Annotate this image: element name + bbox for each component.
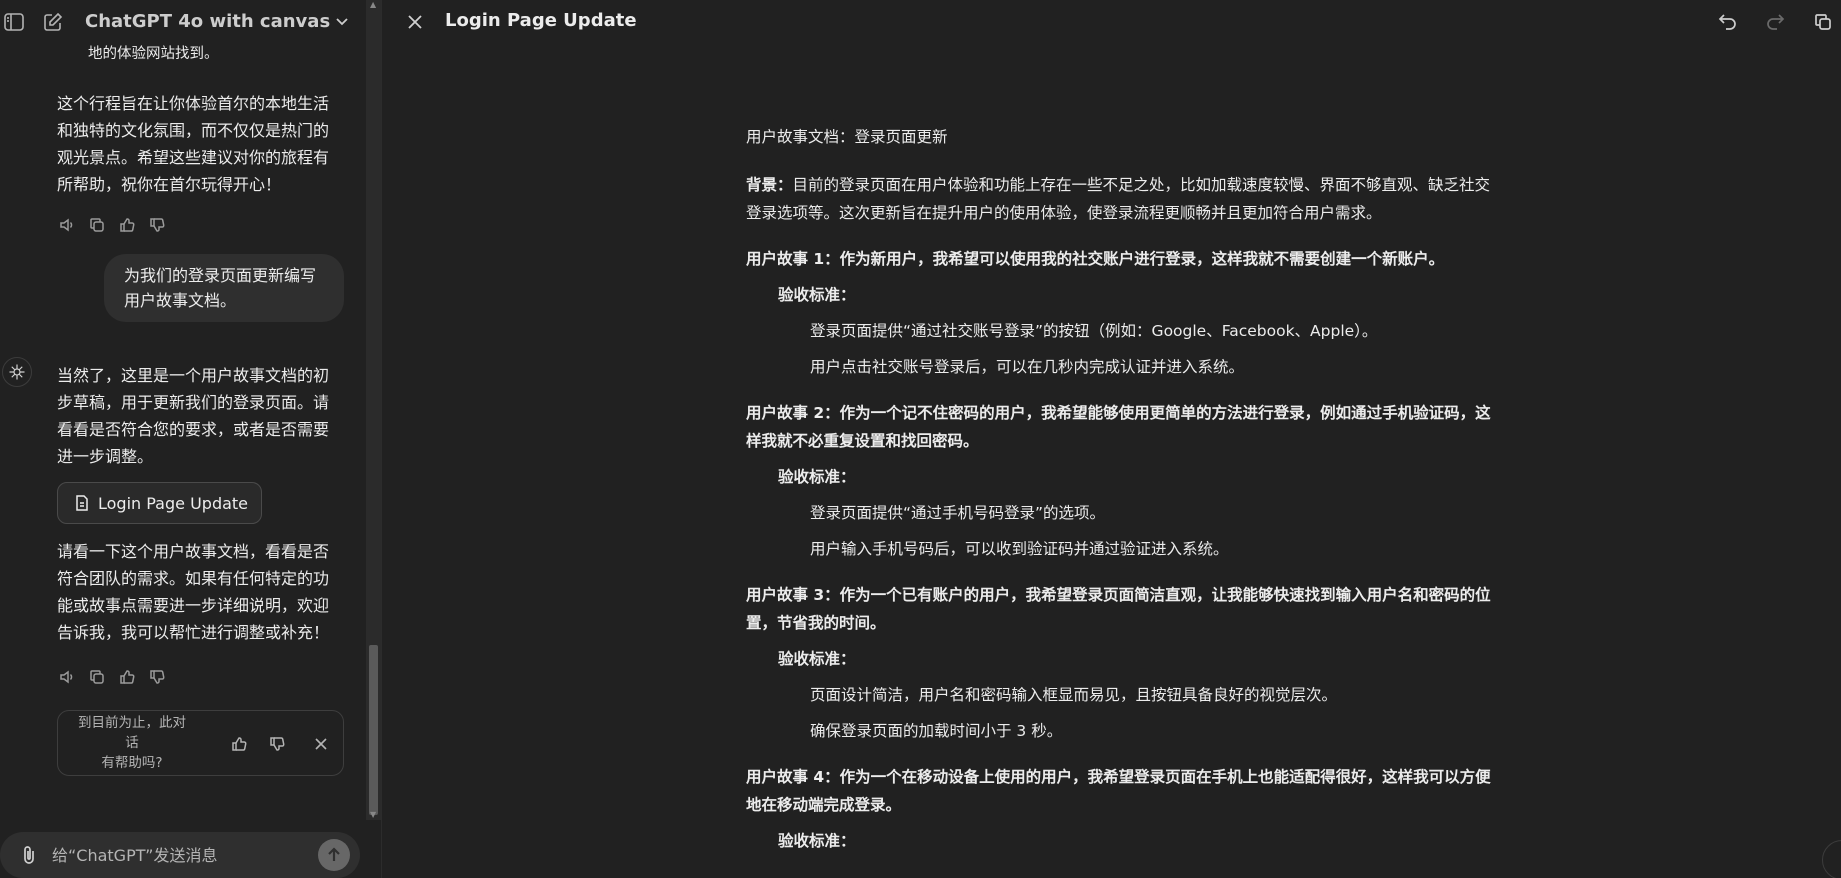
chat-pane: ChatGPT 4o with canvas 地的体验网站找到。 这个行程旨在让… — [0, 0, 381, 878]
thumbs-up-icon[interactable] — [118, 216, 136, 234]
feedback-thumbs-down-icon[interactable] — [266, 733, 288, 755]
read-aloud-icon[interactable] — [58, 668, 76, 686]
model-selector[interactable]: ChatGPT 4o with canvas — [85, 11, 348, 32]
thumbs-down-icon[interactable] — [148, 668, 166, 686]
feedback-prompt: 到目前为止，此对话 有帮助吗? — [78, 715, 186, 771]
story-2-criterion-2: 用户输入手机号码后，可以收到验证码并通过验证进入系统。 — [810, 540, 1229, 558]
chat-header: ChatGPT 4o with canvas — [0, 0, 372, 44]
chat-messages: 地的体验网站找到。 这个行程旨在让你体验首尔的本地生活 和独特的文化氛围，而不仅… — [0, 44, 372, 820]
model-title: ChatGPT 4o with canvas — [85, 11, 331, 32]
new-chat-icon[interactable] — [41, 11, 65, 33]
feedback-card: 到目前为止，此对话 有帮助吗? — [57, 710, 344, 776]
assistant-message-outro: 请看一下这个用户故事文档，看看是否 符合团队的需求。如果有任何特定的功 能或故事… — [57, 542, 330, 642]
story-4-title: 用户故事 4：作为一个在移动设备上使用的用户，我希望登录页面在手机上也能适配得很… — [746, 768, 1491, 786]
assistant-message-intro: 当然了，这里是一个用户故事文档的初 步草稿，用于更新我们的登录页面。请 看看是否… — [57, 366, 330, 466]
thumbs-up-icon[interactable] — [118, 668, 136, 686]
story-2-title: 用户故事 2：作为一个记不住密码的用户，我希望能够使用更简单的方法进行登录，例如… — [746, 404, 1491, 422]
story-4-title-cont: 地在移动端完成登录。 — [746, 796, 902, 814]
message-input[interactable] — [52, 844, 302, 866]
message-actions — [58, 216, 166, 234]
story-2-title-cont: 样我就不必重复设置和找回密码。 — [746, 432, 979, 450]
doc-heading: 用户故事文档：登录页面更新 — [746, 128, 948, 146]
sidebar-toggle-icon[interactable] — [2, 11, 26, 33]
story-2-criterion-1: 登录页面提供“通过手机号码登录”的选项。 — [810, 504, 1106, 522]
assistant-message-fragment: 地的体验网站找到。 — [88, 46, 219, 62]
message-actions — [58, 668, 166, 686]
close-icon — [408, 15, 422, 29]
story-3-criterion-2: 确保登录页面的加载时间小于 3 秒。 — [810, 722, 1063, 740]
story-4-acceptance-label: 验收标准： — [778, 832, 856, 850]
chevron-down-icon — [336, 17, 348, 25]
canvas-chip-label: Login Page Update — [98, 493, 249, 513]
document-icon — [76, 495, 88, 511]
story-1-title: 用户故事 1：作为新用户，我希望可以使用我的社交账户进行登录，这样我就不需要创建… — [746, 250, 1445, 268]
canvas-title: Login Page Update — [445, 10, 637, 31]
canvas-corner-badge — [1822, 840, 1841, 878]
thumbs-down-icon[interactable] — [148, 216, 166, 234]
feedback-close-icon[interactable] — [310, 733, 332, 755]
message-composer — [0, 832, 360, 878]
canvas-document-chip[interactable]: Login Page Update — [57, 482, 262, 524]
story-1-acceptance-label: 验收标准： — [778, 286, 856, 304]
feedback-thumbs-up-icon[interactable] — [228, 733, 250, 755]
story-3-criterion-1: 页面设计简洁，用户名和密码输入框显而易见，且按钮具备良好的视觉层次。 — [810, 686, 1338, 704]
copy-icon[interactable] — [88, 216, 106, 234]
redo-icon[interactable] — [1764, 11, 1786, 33]
user-message-bubble: 为我们的登录页面更新编写 用户故事文档。 — [104, 254, 344, 322]
doc-background: 背景：目前的登录页面在用户体验和功能上存在一些不足之处，比如加载速度较慢、界面不… — [746, 176, 1491, 194]
story-2-acceptance-label: 验收标准： — [778, 468, 856, 486]
scroll-thumb[interactable] — [369, 645, 378, 815]
close-canvas-button[interactable] — [404, 11, 426, 33]
arrow-up-icon — [328, 847, 340, 861]
canvas-pane: Login Page Update 用户故事文档：登录页面更新 背景：目前的登录… — [381, 0, 1841, 878]
chatgpt-logo-icon — [2, 357, 32, 387]
story-1-criterion-1: 登录页面提供“通过社交账号登录”的按钮（例如：Google、Facebook、A… — [810, 322, 1378, 340]
story-3-title-cont: 置，节省我的时间。 — [746, 614, 886, 632]
send-button[interactable] — [318, 839, 350, 871]
read-aloud-icon[interactable] — [58, 216, 76, 234]
story-1-criterion-2: 用户点击社交账号登录后，可以在几秒内完成认证并进入系统。 — [810, 358, 1245, 376]
story-3-acceptance-label: 验收标准： — [778, 650, 856, 668]
story-3-title: 用户故事 3：作为一个已有账户的用户，我希望登录页面简洁直观，让我能够快速找到输… — [746, 586, 1491, 604]
undo-icon[interactable] — [1717, 11, 1739, 33]
assistant-message-closing: 这个行程旨在让你体验首尔的本地生活 和独特的文化氛围，而不仅仅是热门的 观光景点… — [57, 94, 330, 194]
scroll-up-arrow-icon[interactable]: ▲ — [370, 0, 376, 9]
chat-scrollbar[interactable]: ▲ ▼ — [366, 0, 381, 820]
doc-background-cont: 登录选项等。这次更新旨在提升用户的使用体验，使登录流程更顺畅并且更加符合用户需求… — [746, 204, 1382, 222]
scroll-down-arrow-icon[interactable]: ▼ — [370, 810, 376, 819]
copy-document-icon[interactable] — [1812, 11, 1834, 33]
paperclip-icon[interactable] — [18, 844, 40, 866]
canvas-header: Login Page Update — [382, 0, 1841, 44]
copy-icon[interactable] — [88, 668, 106, 686]
